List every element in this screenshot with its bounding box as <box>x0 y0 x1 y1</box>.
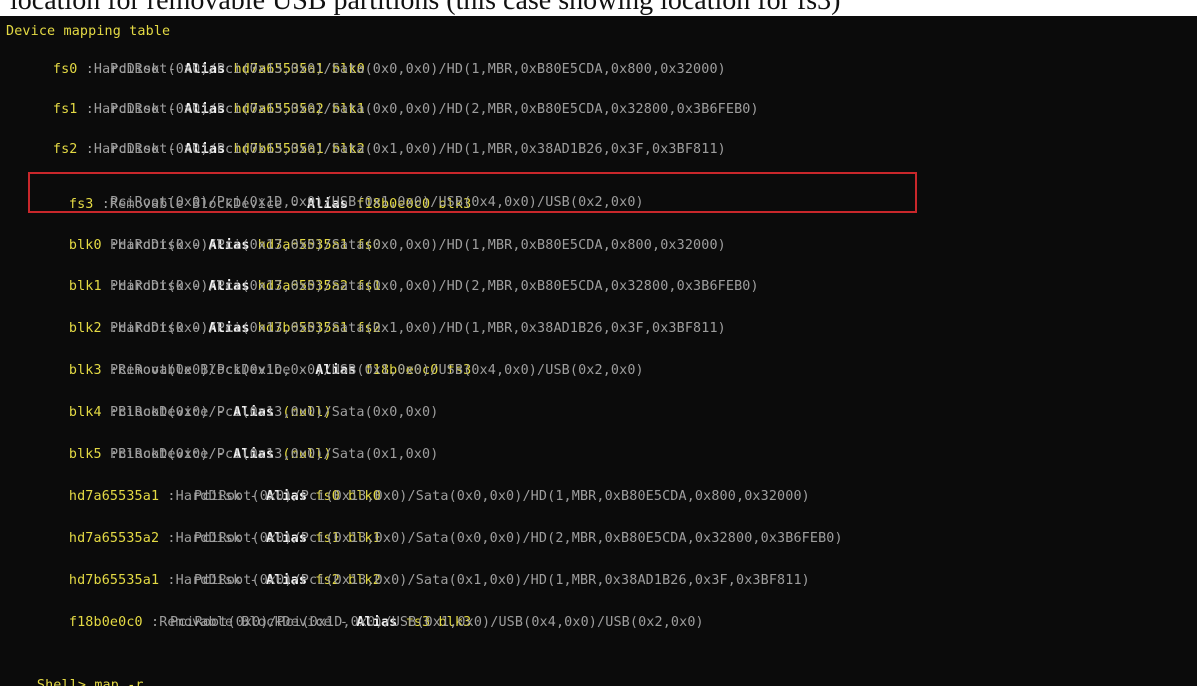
entry-label: f18b0e0c0 <box>68 615 143 630</box>
shell-prompt-line[interactable]: Shell> map -r <box>4 656 152 686</box>
mapping-entry-f18b0e0c0: f18b0e0c0 :Removable BlockDevice - Alias… <box>36 593 471 630</box>
uefi-shell-screen: Device mapping table fs0 :HardDisk - Ali… <box>0 16 1197 686</box>
device-path: PciRoot(0x0)/Pci(0x13,0x0)/Sata(0x0,0x0)… <box>110 238 726 253</box>
device-path: PciRoot(0x0)/Pci(0x1D,0x0)/USB(0x1,0x0)/… <box>110 195 644 210</box>
mapping-entry-blk1: blk1 :HardDisk - Alias hd7a65535a2 fs1 <box>36 257 381 294</box>
device-path: PciRoot(0x0)/Pci(0x13,0x0)/Sata(0x1,0x0) <box>110 447 439 462</box>
mapping-entry-blk2: blk2 :HardDisk - Alias hd7b65535a1 fs2 <box>36 299 381 336</box>
entry-label: fs3 <box>68 197 94 212</box>
device-path: PciRoot(0x0)/Pci(0x13,0x0)/Sata(0x1,0x0)… <box>194 573 810 588</box>
device-path: PciRoot(0x0)/Pci(0x1D,0x0)/USB(0x1,0x0)/… <box>110 363 644 378</box>
entry-label: hd7b65535a1 <box>68 573 160 588</box>
device-mapping-header: Device mapping table <box>6 24 171 39</box>
mapping-entry-hd7a65535a1: hd7a65535a1 :HardDisk - Alias fs0 blk0 <box>36 467 381 504</box>
mapping-entry-hd7a65535a2: hd7a65535a2 :HardDisk - Alias fs1 blk1 <box>36 509 381 546</box>
device-path: PciRoot(0x0)/Pci(0x13,0x0)/Sata(0x0,0x0)… <box>110 279 759 294</box>
mapping-entry-hd7b65535a1: hd7b65535a1 :HardDisk - Alias fs2 blk2 <box>36 551 381 588</box>
device-path: PciRoot(0x0)/Pci(0x13,0x0)/Sata(0x0,0x0)… <box>110 62 726 77</box>
entry-label: blk0 <box>68 238 102 253</box>
mapping-entry-fs1: fs1 :HardDisk - Alias hd7a65535a2 blk1 <box>20 80 365 117</box>
mapping-entry-blk3: blk3 :Removable BlockDevice - Alias f18b… <box>36 341 471 378</box>
device-path: PciRoot(0x0)/Pci(0x13,0x0)/Sata(0x0,0x0)… <box>110 102 759 117</box>
entry-label: hd7a65535a2 <box>68 531 160 546</box>
entry-label: fs2 <box>52 142 78 157</box>
device-path: PciRoot(0x0)/Pci(0x13,0x0)/Sata(0x1,0x0)… <box>110 321 726 336</box>
document-caption: location for removable USB partitions (t… <box>10 0 841 16</box>
entry-label: fs1 <box>52 102 78 117</box>
mapping-entry-blk5: blk5 :BlockDevice - Alias (null) <box>36 425 332 462</box>
entry-label: blk3 <box>68 363 102 378</box>
mapping-entry-blk4: blk4 :BlockDevice - Alias (null) <box>36 383 332 420</box>
entry-label: blk5 <box>68 447 102 462</box>
shell-prompt-text[interactable]: Shell> map -r <box>37 678 144 686</box>
entry-label: blk4 <box>68 405 102 420</box>
entry-label: blk1 <box>68 279 102 294</box>
device-path: PciRoot(0x0)/Pci(0x13,0x0)/Sata(0x0,0x0)… <box>194 531 843 546</box>
device-path: PciRoot(0x0)/Pci(0x13,0x0)/Sata(0x1,0x0)… <box>110 142 726 157</box>
mapping-entry-fs3: fs3 :Removable BlockDevice - Alias f18b0… <box>36 175 471 212</box>
entry-label: blk2 <box>68 321 102 336</box>
entry-label: fs0 <box>52 62 78 77</box>
device-path: PciRoot(0x0)/Pci(0x1D,0x0)/USB(0x1,0x0)/… <box>170 615 704 630</box>
device-path: PciRoot(0x0)/Pci(0x13,0x0)/Sata(0x0,0x0)… <box>194 489 810 504</box>
mapping-entry-fs2: fs2 :HardDisk - Alias hd7b65535a1 blk2 <box>20 120 365 157</box>
mapping-entry-fs0: fs0 :HardDisk - Alias hd7a65535a1 blk0 <box>20 40 365 77</box>
device-path: PciRoot(0x0)/Pci(0x13,0x0)/Sata(0x0,0x0) <box>110 405 439 420</box>
mapping-entry-blk0: blk0 :HardDisk - Alias hd7a65535a1 fs0 <box>36 216 381 253</box>
entry-label: hd7a65535a1 <box>68 489 160 504</box>
